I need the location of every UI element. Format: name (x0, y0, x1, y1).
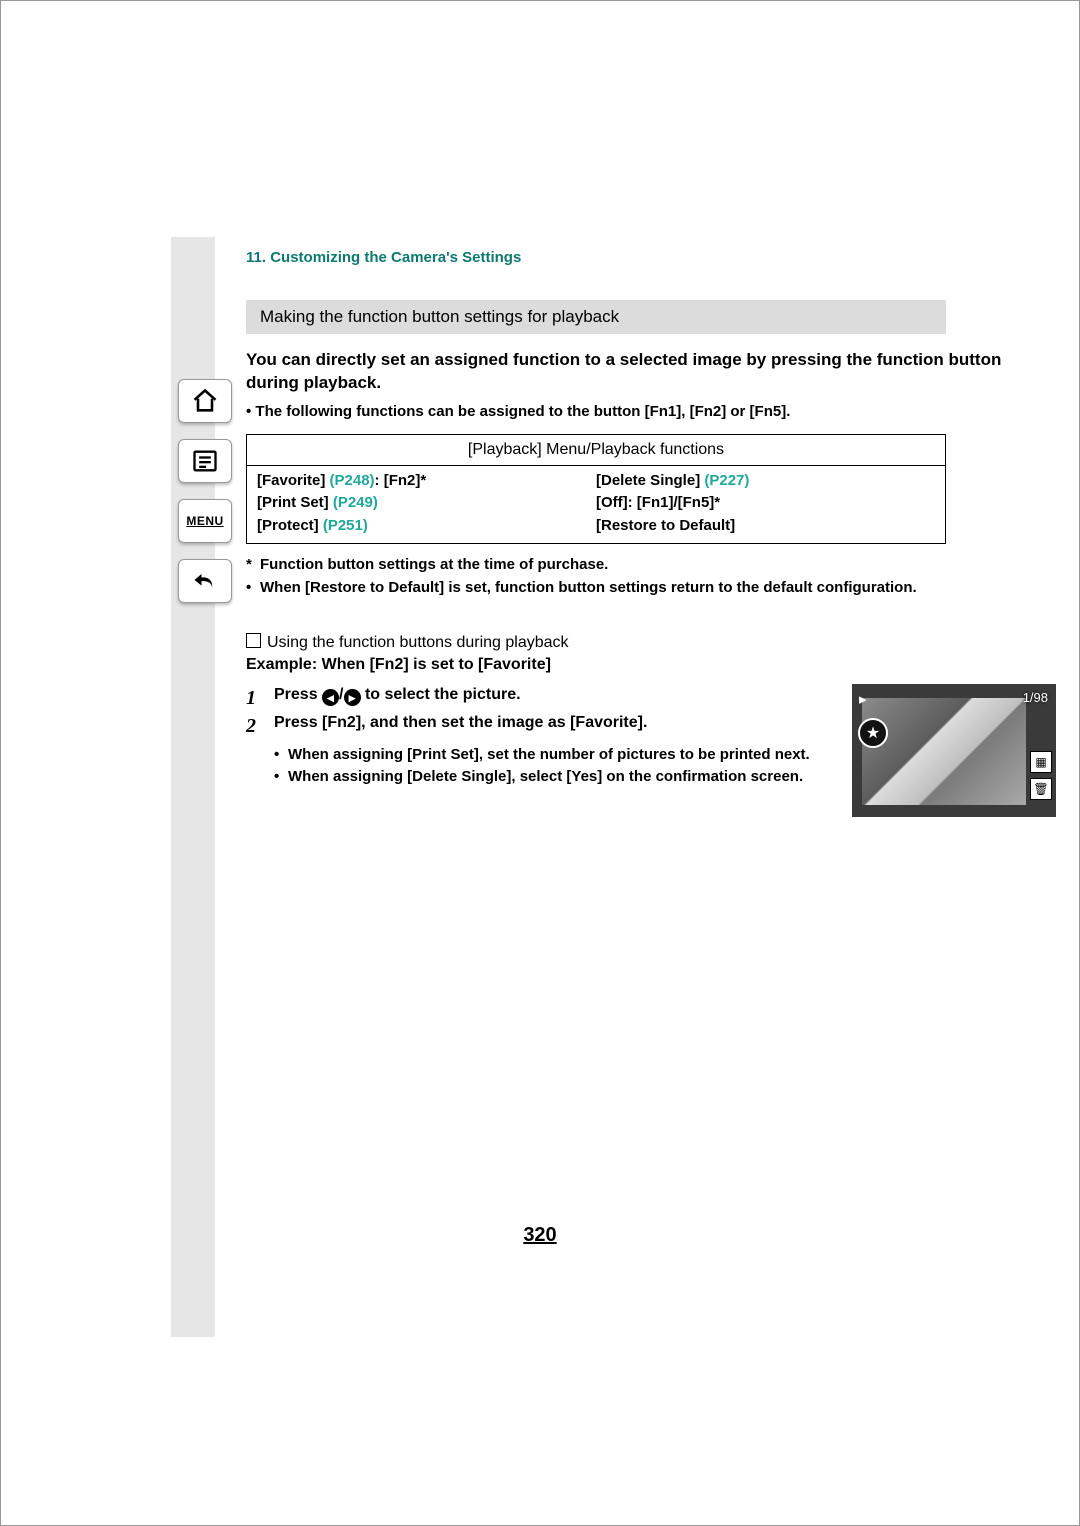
step-bullets: • When assigning [Print Set], set the nu… (246, 744, 842, 788)
functions-table: [Playback] Menu/Playback functions [Favo… (246, 434, 946, 545)
cell-text: [Off]: [Fn1]/[Fn5] (596, 494, 714, 511)
note-text: Function button settings at the time of … (260, 554, 608, 577)
cell-text: [Restore to Default] (596, 515, 935, 538)
steps-left: 1 Press ◂/▸ to select the picture. 2 Pre… (246, 684, 842, 788)
right-arrow-icon: ▸ (344, 689, 361, 706)
page-link[interactable]: (P227) (704, 472, 749, 489)
back-icon[interactable] (178, 559, 232, 603)
usage-block: Using the function buttons during playba… (246, 633, 1056, 817)
step-number: 2 (246, 712, 274, 740)
intro-text: You can directly set an assigned functio… (246, 348, 1056, 395)
section-heading: Making the function button settings for … (246, 300, 946, 334)
sidebar-icons: MENU (179, 379, 231, 603)
step-number: 1 (246, 684, 274, 712)
page: MENU 11. Customizing the Camera's Settin… (0, 0, 1080, 1526)
table-header: [Playback] Menu/Playback functions (247, 435, 945, 466)
thumbnail-icon: ▦ (1030, 751, 1052, 773)
camera-preview: ▸ ★ 1/98 ▦ 🗑 (852, 684, 1056, 817)
table-right-col: [Delete Single] (P227) [Off]: [Fn1]/[Fn5… (596, 470, 935, 538)
square-bullet-icon (246, 633, 261, 648)
step-text: to select the picture. (361, 686, 521, 703)
usage-title-text: Using the function buttons during playba… (267, 634, 569, 651)
cell-label: [Print Set] (257, 494, 333, 511)
bullet-dot: • (274, 744, 288, 766)
breadcrumb-title: Customizing the Camera's Settings (270, 249, 521, 266)
note-text: When [Restore to Default] is set, functi… (260, 577, 917, 600)
preview-image (862, 698, 1026, 805)
delete-icon: 🗑 (1030, 778, 1052, 800)
menu-label: MENU (186, 514, 223, 528)
cell-label: [Favorite] (257, 472, 330, 489)
breadcrumb-number: 11. (246, 249, 266, 266)
slash: / (339, 686, 343, 703)
note-bullet: • (246, 577, 260, 600)
sub-intro: • The following functions can be assigne… (246, 403, 1056, 420)
page-link[interactable]: (P248) (330, 472, 375, 489)
asterisk: * (420, 472, 426, 489)
cell-label: [Protect] (257, 517, 323, 534)
breadcrumb: 11. Customizing the Camera's Settings (246, 249, 1056, 266)
example-line: Example: When [Fn2] is set to [Favorite] (246, 656, 1056, 674)
cell-after: : [Fn2] (375, 472, 421, 489)
content-area: 11. Customizing the Camera's Settings Ma… (246, 249, 1056, 817)
usage-title: Using the function buttons during playba… (246, 633, 1056, 652)
step-1: 1 Press ◂/▸ to select the picture. (246, 684, 842, 712)
playback-icon: ▸ (859, 690, 877, 708)
image-counter: 1/98 (1023, 690, 1048, 705)
page-link[interactable]: (P249) (333, 494, 378, 511)
page-link[interactable]: (P251) (323, 517, 368, 534)
page-number: 320 (1, 1224, 1079, 1247)
bullet-dot: • (274, 766, 288, 788)
home-icon[interactable] (178, 379, 232, 423)
contents-icon[interactable] (178, 439, 232, 483)
left-arrow-icon: ◂ (322, 689, 339, 706)
cell-label: [Delete Single] (596, 472, 704, 489)
table-notes: * Function button settings at the time o… (246, 554, 1056, 599)
bullet-text: When assigning [Delete Single], select [… (288, 766, 803, 788)
asterisk: * (714, 494, 720, 511)
step-text: Press (274, 686, 322, 703)
menu-icon[interactable]: MENU (178, 499, 232, 543)
page-number-value: 320 (523, 1224, 556, 1246)
step-text: Press [Fn2], and then set the image as [… (274, 712, 647, 740)
table-left-col: [Favorite] (P248): [Fn2]* [Print Set] (P… (257, 470, 596, 538)
note-mark: * (246, 554, 260, 577)
bullet-text: When assigning [Print Set], set the numb… (288, 744, 810, 766)
step-2: 2 Press [Fn2], and then set the image as… (246, 712, 842, 740)
